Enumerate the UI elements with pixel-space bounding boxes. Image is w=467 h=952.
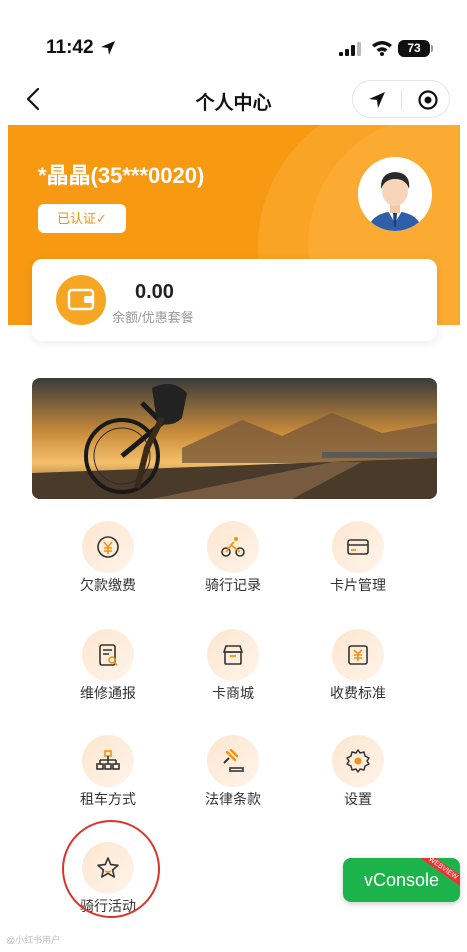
vconsole-label: vConsole — [363, 870, 440, 890]
menu-item-label: 欠款缴费 — [80, 577, 136, 593]
menu-item-card-management[interactable]: 卡片管理 — [298, 521, 418, 601]
menu-item-label: 法律条款 — [205, 791, 261, 807]
menu-item-label: 收费标准 — [330, 685, 386, 701]
battery-indicator: 73 — [398, 40, 430, 57]
menu-item-debt-payment[interactable]: 欠款缴费 — [48, 521, 168, 601]
balance-label: 余额/优惠套餐 — [112, 310, 194, 325]
location-arrow-icon[interactable] — [367, 90, 387, 110]
debt-payment-icon — [82, 521, 134, 573]
menu-item-legal-terms[interactable]: 法律条款 — [173, 735, 293, 815]
menu-item-card-shop[interactable]: 卡商城 — [173, 629, 293, 709]
menu-item-label: 骑行记录 — [205, 577, 261, 593]
cycling-banner-image — [32, 378, 437, 499]
menu-item-ride-history[interactable]: 骑行记录 — [173, 521, 293, 601]
nav-bar: 个人中心 — [0, 76, 467, 122]
menu-item-label: 卡商城 — [212, 685, 254, 701]
capsule-divider — [401, 90, 402, 110]
pricing-icon — [332, 629, 384, 681]
promo-banner[interactable] — [32, 378, 437, 499]
gavel-icon — [207, 735, 259, 787]
wifi-icon — [372, 41, 392, 56]
location-arrow-icon — [101, 41, 115, 55]
cyclist-icon — [207, 521, 259, 573]
menu-item-pricing[interactable]: 收费标准 — [298, 629, 418, 709]
status-time: 11:42 — [46, 37, 94, 58]
menu-item-label: 租车方式 — [80, 791, 136, 807]
highlight-circle — [62, 820, 160, 918]
battery-tip — [431, 45, 433, 52]
status-bar: 11:42 73 — [0, 0, 467, 70]
cellular-signal-icon — [339, 42, 361, 56]
vconsole-button[interactable]: vConsole WEBVIEW — [343, 858, 460, 902]
verified-badge[interactable]: 已认证✓ — [38, 204, 126, 233]
watermark: @小红书用户 — [6, 935, 61, 945]
menu-item-repair-report[interactable]: 维修通报 — [48, 629, 168, 709]
menu-item-label: 设置 — [344, 791, 372, 807]
mini-program-capsule — [352, 80, 450, 118]
wallet-card[interactable]: 0.00 余额/优惠套餐 — [32, 259, 437, 341]
menu-item-label: 卡片管理 — [330, 577, 386, 593]
menu-item-label: 维修通报 — [80, 685, 136, 701]
avatar[interactable] — [358, 157, 432, 231]
shop-icon — [207, 629, 259, 681]
org-chart-icon — [82, 735, 134, 787]
username: *晶晶(35***0020) — [38, 163, 205, 188]
menu-item-rental-methods[interactable]: 租车方式 — [48, 735, 168, 815]
repair-report-icon — [82, 629, 134, 681]
wallet-icon — [56, 275, 106, 325]
gear-icon — [332, 735, 384, 787]
balance-amount: 0.00 — [135, 281, 174, 303]
user-avatar-icon — [358, 157, 432, 231]
menu-item-settings[interactable]: 设置 — [298, 735, 418, 815]
close-circle-icon[interactable] — [417, 89, 439, 111]
card-icon — [332, 521, 384, 573]
